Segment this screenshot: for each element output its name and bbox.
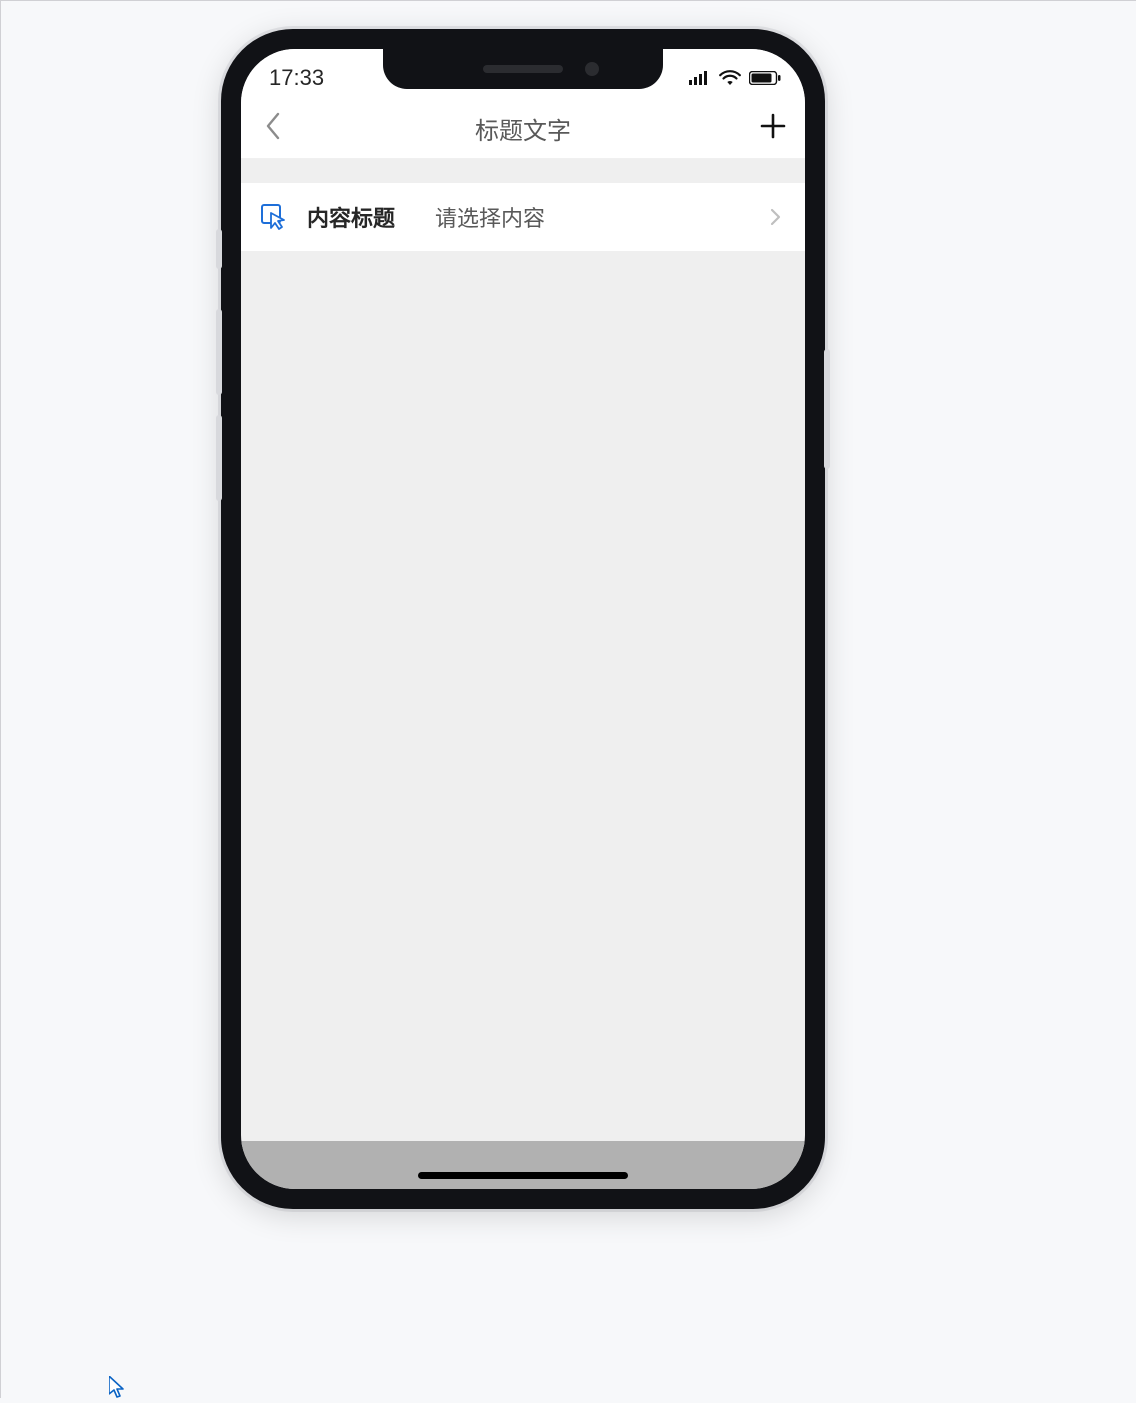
content-select-cell[interactable]: 内容标题 请选择内容: [241, 183, 805, 251]
home-indicator[interactable]: [418, 1172, 628, 1179]
page-title: 标题文字: [475, 111, 571, 146]
cell-label: 内容标题: [307, 201, 417, 233]
phone-volume-up: [216, 309, 222, 395]
signal-icon: [689, 71, 711, 85]
chevron-left-icon: [264, 111, 282, 146]
status-time: 17:33: [269, 65, 324, 91]
phone-volume-down: [216, 415, 222, 501]
status-indicators: [689, 70, 781, 86]
mouse-cursor: [109, 1376, 125, 1403]
notch-speaker: [483, 65, 563, 73]
phone-mute-switch: [216, 229, 222, 269]
plus-icon: [760, 113, 786, 144]
phone-notch: [383, 49, 663, 89]
add-button[interactable]: [755, 111, 791, 147]
wifi-icon: [719, 70, 741, 86]
chevron-right-icon: [765, 206, 787, 228]
click-cursor-icon: [259, 202, 289, 232]
notch-camera: [585, 62, 599, 76]
phone-screen: 17:33: [241, 49, 805, 1189]
cell-value: 请选择内容: [435, 201, 747, 233]
section-gap: [241, 159, 805, 183]
bottom-safe-area: [241, 1141, 805, 1189]
battery-icon: [749, 71, 781, 85]
phone-power-button: [824, 349, 830, 469]
back-button[interactable]: [255, 111, 291, 147]
navigation-bar: 标题文字: [241, 99, 805, 159]
phone-frame: 17:33: [221, 29, 825, 1209]
